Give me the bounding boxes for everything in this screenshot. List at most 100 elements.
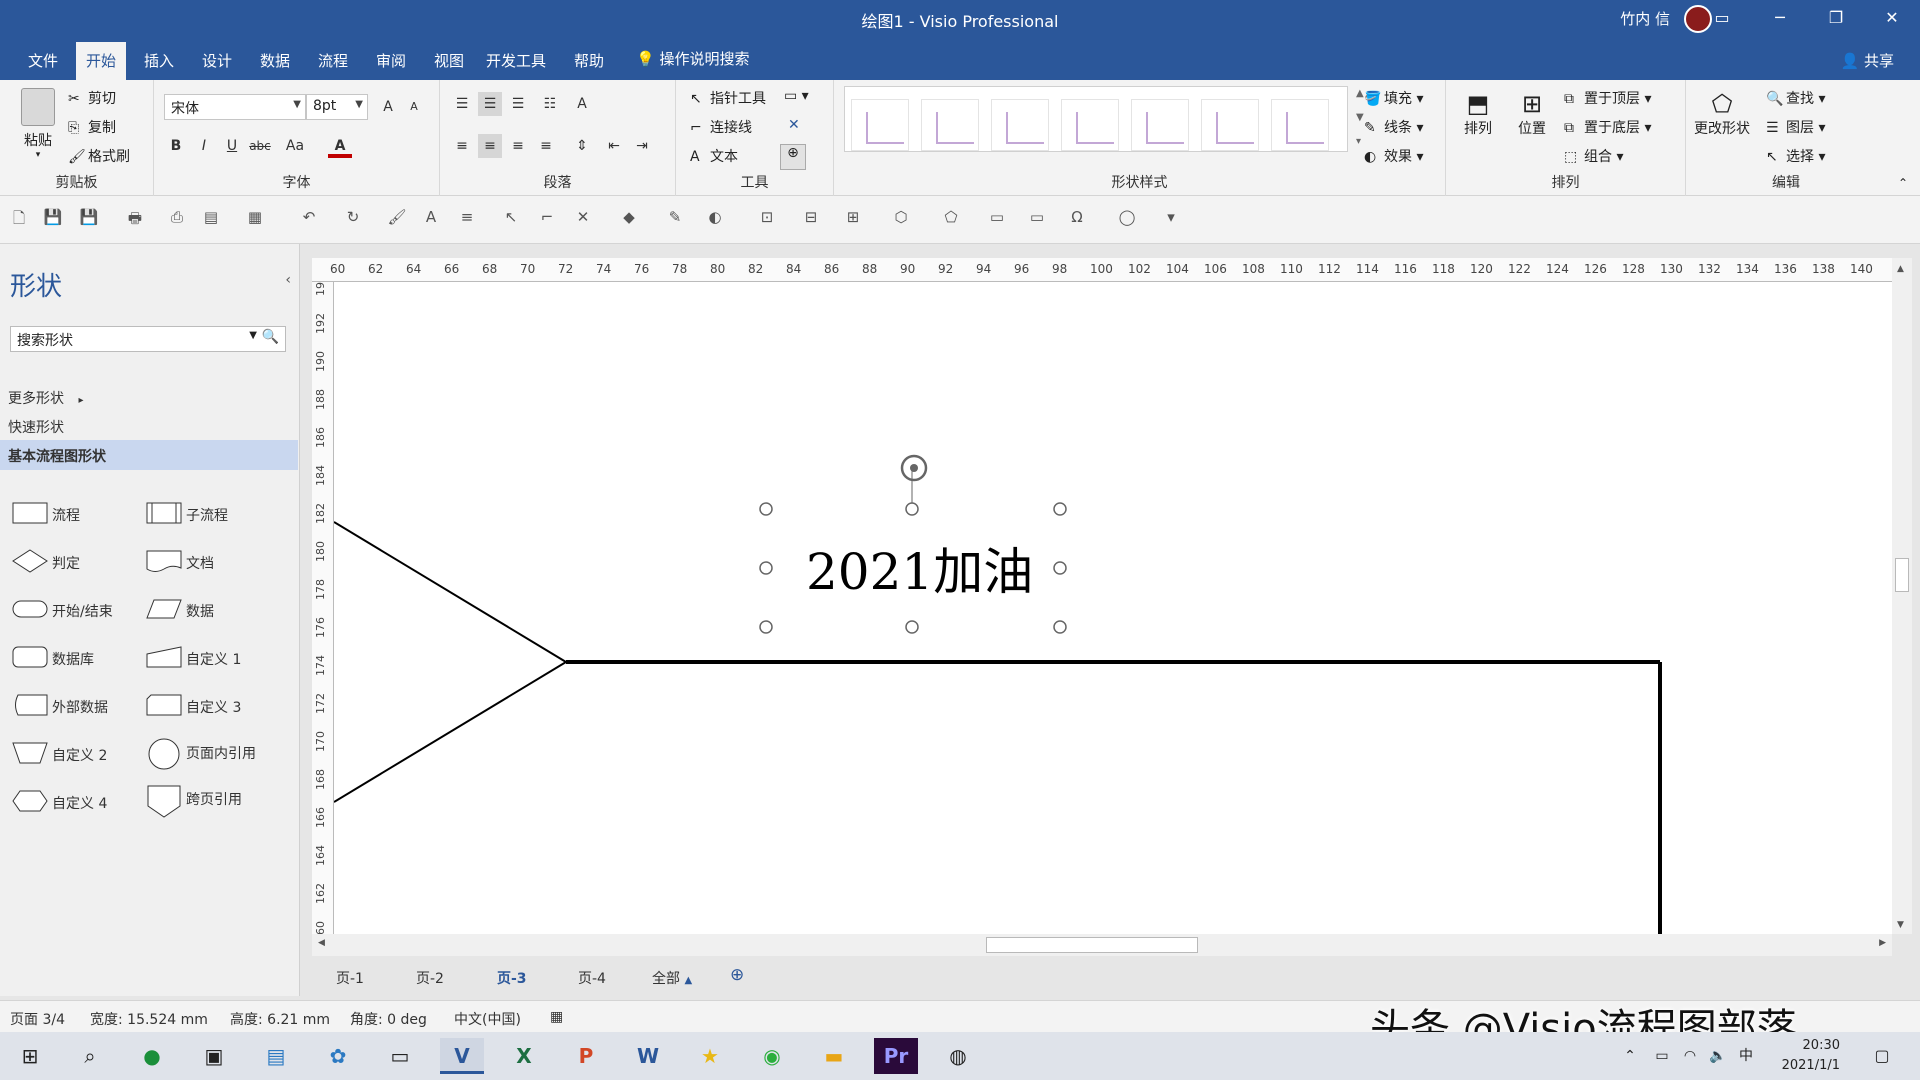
app-icon[interactable]: ▭ bbox=[378, 1038, 422, 1074]
gallery-up-icon[interactable]: ▲ bbox=[1356, 88, 1364, 99]
restore-button[interactable]: ❐ bbox=[1808, 0, 1864, 36]
scroll-up-icon[interactable]: ▲ bbox=[1897, 264, 1904, 274]
style-swatch[interactable] bbox=[921, 99, 979, 151]
paste-button[interactable]: 粘贴 ▾ bbox=[16, 88, 60, 160]
delete-icon[interactable]: ✕ bbox=[572, 208, 594, 230]
tab-view[interactable]: 视图 bbox=[424, 46, 474, 75]
app-icon[interactable]: ▣ bbox=[192, 1038, 236, 1074]
vertical-scrollbar[interactable]: ▲ ▼ bbox=[1892, 258, 1912, 934]
shadow-icon[interactable]: ◐ bbox=[704, 208, 726, 230]
notification-icon[interactable]: ▢ bbox=[1860, 1038, 1904, 1074]
find-button[interactable]: 🔍 查找 ▾ bbox=[1766, 88, 1825, 108]
print-icon[interactable]: 🖶 bbox=[124, 208, 146, 230]
horizontal-scrollbar[interactable]: ◀ ▶ bbox=[312, 934, 1892, 956]
copy-button[interactable]: ⎘ 复制 bbox=[68, 117, 116, 137]
align-center-icon[interactable]: ≡ bbox=[478, 134, 502, 158]
layout-icon[interactable]: ▦ bbox=[244, 208, 266, 230]
bullets-icon[interactable]: ☷ bbox=[538, 92, 562, 116]
pointer-icon[interactable]: ↖ bbox=[500, 208, 522, 230]
collapse-ribbon-icon[interactable]: ⌃ bbox=[1898, 176, 1908, 190]
group-icon[interactable]: ⊞ bbox=[842, 208, 864, 230]
change-shape-button[interactable]: ⬠ 更改形状 bbox=[1694, 90, 1750, 138]
format-painter-button[interactable]: 🖌 格式刷 bbox=[68, 146, 130, 166]
selection-handle[interactable] bbox=[759, 561, 773, 575]
page-tab-2[interactable]: 页-2 bbox=[416, 968, 444, 988]
size-icon[interactable]: ⊡ bbox=[756, 208, 778, 230]
powerpoint-icon[interactable]: P bbox=[564, 1038, 608, 1074]
app-icon[interactable]: ★ bbox=[688, 1038, 732, 1074]
add-page-button[interactable]: ⊕ bbox=[730, 965, 744, 985]
user-name[interactable]: 竹内 信 bbox=[1620, 8, 1670, 29]
spacing-icon[interactable]: ⇕ bbox=[570, 134, 594, 158]
share-button[interactable]: 👤 共享 bbox=[1841, 50, 1894, 71]
tab-design[interactable]: 设计 bbox=[192, 46, 242, 75]
align-icon[interactable]: ≡ bbox=[456, 208, 478, 230]
search-icon[interactable]: ⌕ bbox=[68, 1038, 112, 1074]
selection-handle[interactable] bbox=[759, 620, 773, 634]
tab-insert[interactable]: 插入 bbox=[134, 46, 184, 75]
bold-button[interactable]: B bbox=[164, 134, 188, 158]
scroll-right-icon[interactable]: ▶ bbox=[1879, 938, 1886, 948]
scroll-left-icon[interactable]: ◀ bbox=[318, 938, 325, 948]
style-swatch[interactable] bbox=[1271, 99, 1329, 151]
style-swatch[interactable] bbox=[851, 99, 909, 151]
font-family-select[interactable]: 宋体 ▼ bbox=[164, 94, 306, 120]
style-swatch[interactable] bbox=[1061, 99, 1119, 151]
connector-icon[interactable]: ⌐ bbox=[536, 208, 558, 230]
shape-icon[interactable]: ⬠ bbox=[940, 208, 962, 230]
page-tab-all[interactable]: 全部 ▲ bbox=[652, 968, 692, 988]
italic-button[interactable]: I bbox=[192, 134, 216, 158]
fill-button[interactable]: 🪣 填充 ▾ bbox=[1364, 88, 1423, 108]
gallery-more-icon[interactable]: ▾ bbox=[1356, 136, 1361, 147]
status-page[interactable]: 页面 3/4 bbox=[10, 1009, 65, 1029]
close-icon[interactable]: ✕ bbox=[788, 117, 800, 133]
pointer-tool-button[interactable]: ↖ 指针工具 bbox=[690, 88, 766, 108]
new-file-icon[interactable]: 🗋 bbox=[8, 208, 30, 230]
bring-to-front-button[interactable]: ⧉ 置于顶层 ▾ bbox=[1564, 88, 1651, 108]
system-clock[interactable]: 20:30 2021/1/1 bbox=[1782, 1036, 1840, 1076]
distribute-icon[interactable]: ⊟ bbox=[800, 208, 822, 230]
customize-icon[interactable]: ▾ bbox=[1160, 208, 1182, 230]
callout-icon[interactable]: ▭ bbox=[1026, 208, 1048, 230]
shape-text[interactable]: 2021加油 bbox=[806, 532, 1033, 604]
shrink-font-button[interactable]: A bbox=[402, 95, 426, 119]
line-button[interactable]: ✎ 线条 ▾ bbox=[1364, 117, 1423, 137]
tab-review[interactable]: 审阅 bbox=[366, 46, 416, 75]
macro-record-icon[interactable]: ▦ bbox=[550, 1009, 563, 1025]
grow-font-button[interactable]: A bbox=[376, 95, 400, 119]
page-tab-4[interactable]: 页-4 bbox=[578, 968, 606, 988]
connector-button[interactable]: ⌐ 连接线 bbox=[690, 117, 752, 137]
app-icon[interactable]: ✿ bbox=[316, 1038, 360, 1074]
diagram-line[interactable] bbox=[334, 661, 567, 803]
rectangle-tool-button[interactable]: ▭ ▾ bbox=[784, 88, 809, 104]
connection-point-icon[interactable]: ⊕ bbox=[780, 144, 806, 170]
vertical-scroll-thumb[interactable] bbox=[1895, 558, 1909, 592]
font-color-icon[interactable]: A bbox=[420, 208, 442, 230]
close-button[interactable]: ✕ bbox=[1864, 0, 1920, 36]
select-button[interactable]: ↖ 选择 ▾ bbox=[1766, 146, 1825, 166]
selection-handle[interactable] bbox=[759, 502, 773, 516]
increase-indent-icon[interactable]: ⇥ bbox=[630, 134, 654, 158]
line-color-icon[interactable]: ✎ bbox=[664, 208, 686, 230]
ribbon-display-icon[interactable]: ▭ bbox=[1694, 0, 1750, 36]
page-tab-3[interactable]: 页-3 bbox=[497, 968, 527, 988]
tab-data[interactable]: 数据 bbox=[250, 46, 300, 75]
align-right-icon[interactable]: ≡ bbox=[506, 134, 530, 158]
app-icon[interactable]: ▤ bbox=[254, 1038, 298, 1074]
selection-handle[interactable] bbox=[1053, 620, 1067, 634]
obs-icon[interactable]: ◍ bbox=[936, 1038, 980, 1074]
symbol-icon[interactable]: Ω bbox=[1066, 208, 1088, 230]
position-button[interactable]: ⊞ 位置 bbox=[1518, 90, 1546, 138]
selection-handle[interactable] bbox=[1053, 502, 1067, 516]
tell-me-search[interactable]: 💡 操作说明搜索 bbox=[636, 48, 749, 69]
align-top-icon[interactable]: ☰ bbox=[450, 92, 474, 116]
save-icon[interactable]: 💾 bbox=[42, 208, 64, 230]
align-middle-icon[interactable]: ☰ bbox=[478, 92, 502, 116]
wechat-icon[interactable]: ◉ bbox=[750, 1038, 794, 1074]
gallery-down-icon[interactable]: ▼ bbox=[1356, 112, 1364, 123]
decrease-indent-icon[interactable]: ⇤ bbox=[602, 134, 626, 158]
tab-process[interactable]: 流程 bbox=[308, 46, 358, 75]
style-swatch[interactable] bbox=[1131, 99, 1189, 151]
page-tab-1[interactable]: 页-1 bbox=[336, 968, 364, 988]
change-case-button[interactable]: Aa bbox=[278, 134, 312, 158]
